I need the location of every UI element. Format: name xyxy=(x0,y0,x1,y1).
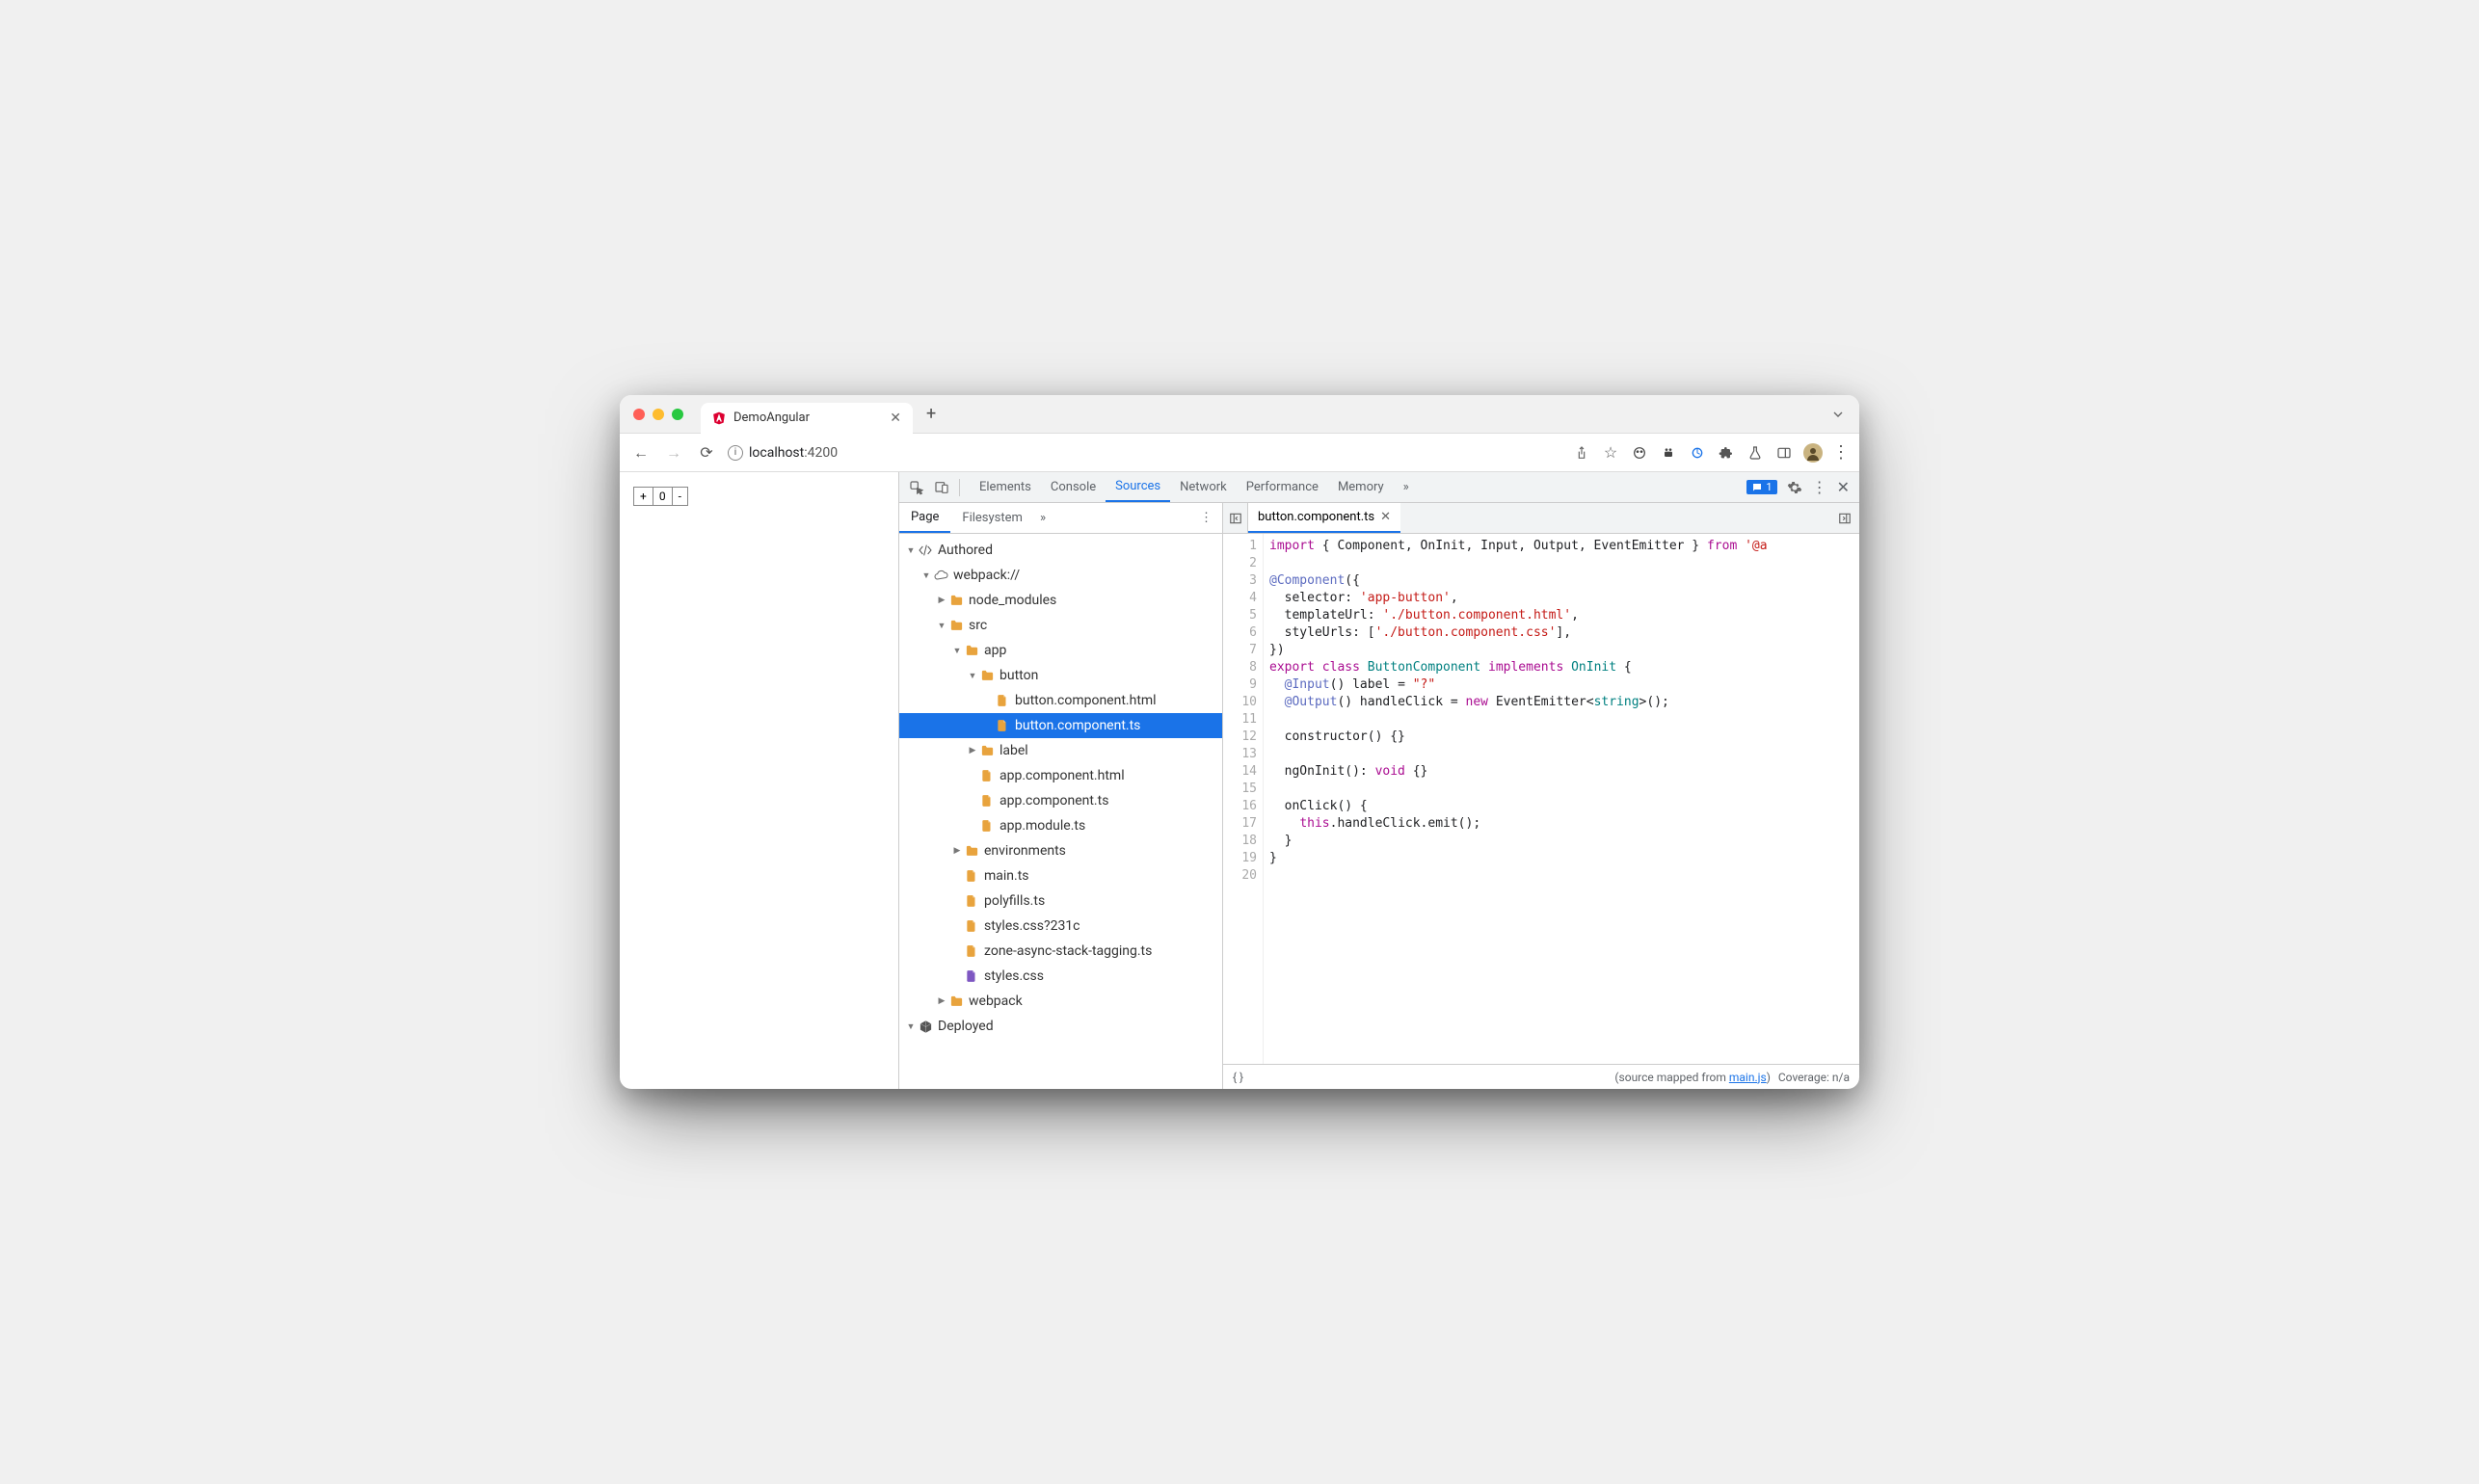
tree-zone[interactable]: zone-async-stack-tagging.ts xyxy=(899,939,1222,964)
devtools-menu-icon[interactable]: ⋮ xyxy=(1812,478,1827,496)
tree-authored[interactable]: ▼Authored xyxy=(899,538,1222,563)
tree-button[interactable]: ▼button xyxy=(899,663,1222,688)
tree-styles[interactable]: styles.css xyxy=(899,964,1222,989)
tree-app[interactable]: ▼app xyxy=(899,638,1222,663)
tree-label[interactable]: ▶label xyxy=(899,738,1222,763)
forward-button: → xyxy=(662,443,685,463)
tab-network[interactable]: Network xyxy=(1170,472,1237,502)
address-bar[interactable]: i localhost:4200 xyxy=(728,445,1562,461)
tree-button-ts[interactable]: button.component.ts xyxy=(899,713,1222,738)
minimize-window-icon[interactable] xyxy=(653,409,664,420)
sidebar-tabs-overflow[interactable]: » xyxy=(1040,503,1046,533)
sidebar-menu-icon[interactable]: ⋮ xyxy=(1190,503,1222,533)
reload-button[interactable]: ⟳ xyxy=(695,443,718,462)
tree-polyfills[interactable]: polyfills.ts xyxy=(899,888,1222,914)
code-editor[interactable]: 1234567891011121314151617181920 import {… xyxy=(1223,534,1859,1064)
sources-sidebar: Page Filesystem » ⋮ ▼Authored▼webpack://… xyxy=(899,503,1223,1089)
source-code: import { Component, OnInit, Input, Outpu… xyxy=(1264,534,1859,1064)
editor-footer: { } (source mapped from main.js) Coverag… xyxy=(1223,1064,1859,1089)
counter-widget: + 0 - xyxy=(633,487,688,506)
chrome-menu-button[interactable]: ⋮ xyxy=(1832,442,1850,463)
angular-icon xyxy=(712,411,726,425)
toggle-navigator-icon[interactable] xyxy=(1223,503,1248,533)
issues-badge[interactable]: 1 xyxy=(1746,480,1776,494)
tree-deployed[interactable]: ▼Deployed xyxy=(899,1014,1222,1039)
issue-count: 1 xyxy=(1766,481,1772,493)
line-numbers: 1234567891011121314151617181920 xyxy=(1223,534,1264,1064)
tree-webpack-folder[interactable]: ▶webpack xyxy=(899,989,1222,1014)
devtools-tabs: Elements Console Sources Network Perform… xyxy=(899,472,1859,503)
body: + 0 - Elements Console Sources Network P… xyxy=(620,472,1859,1089)
editor-area: button.component.ts ✕ 123456789101112131… xyxy=(1223,503,1859,1089)
tree-src[interactable]: ▼src xyxy=(899,613,1222,638)
tab-overflow-button[interactable] xyxy=(1830,407,1846,422)
source-map-info: (source mapped from main.js) xyxy=(1614,1071,1770,1084)
tab-performance[interactable]: Performance xyxy=(1237,472,1328,502)
tab-console[interactable]: Console xyxy=(1041,472,1106,502)
new-tab-button[interactable]: + xyxy=(926,404,936,424)
tab-memory[interactable]: Memory xyxy=(1328,472,1394,502)
bookmark-icon[interactable]: ☆ xyxy=(1601,443,1620,463)
maximize-window-icon[interactable] xyxy=(672,409,683,420)
source-map-link[interactable]: main.js xyxy=(1729,1071,1767,1084)
file-tab[interactable]: button.component.ts ✕ xyxy=(1248,503,1400,533)
tree-app-ts[interactable]: app.component.ts xyxy=(899,788,1222,813)
window-controls xyxy=(620,409,697,420)
tab-elements[interactable]: Elements xyxy=(970,472,1041,502)
profile-avatar[interactable] xyxy=(1803,443,1823,463)
file-tree: ▼Authored▼webpack://▶node_modules▼src▼ap… xyxy=(899,534,1222,1089)
sidebar-tab-page[interactable]: Page xyxy=(899,503,950,533)
close-window-icon[interactable] xyxy=(633,409,645,420)
tree-app-module[interactable]: app.module.ts xyxy=(899,813,1222,838)
chrome-window: DemoAngular ✕ + ← → ⟳ i localhost:4200 ☆… xyxy=(620,395,1859,1089)
titlebar: DemoAngular ✕ + xyxy=(620,395,1859,434)
tree-node-modules[interactable]: ▶node_modules xyxy=(899,588,1222,613)
device-icon[interactable] xyxy=(934,480,949,495)
tree-main[interactable]: main.ts xyxy=(899,863,1222,888)
tree-styles-q[interactable]: styles.css?231c xyxy=(899,914,1222,939)
devtools-close-icon[interactable]: ✕ xyxy=(1837,478,1850,496)
inspect-icon[interactable] xyxy=(909,480,924,495)
page-content: + 0 - xyxy=(620,472,899,1089)
back-button[interactable]: ← xyxy=(629,443,653,463)
tree-environments[interactable]: ▶environments xyxy=(899,838,1222,863)
file-tab-name: button.component.ts xyxy=(1258,510,1374,524)
coverage-info: Coverage: n/a xyxy=(1778,1071,1850,1084)
extension-icon-3[interactable] xyxy=(1688,443,1707,463)
tab-sources[interactable]: Sources xyxy=(1106,472,1170,502)
counter-minus-button[interactable]: - xyxy=(673,488,687,505)
settings-icon[interactable] xyxy=(1787,480,1802,495)
tabs-overflow[interactable]: » xyxy=(1394,472,1419,502)
toolbar: ← → ⟳ i localhost:4200 ☆ ⋮ xyxy=(620,434,1859,472)
tree-app-html[interactable]: app.component.html xyxy=(899,763,1222,788)
url-host: localhost xyxy=(749,445,804,461)
sidebar-tab-filesystem[interactable]: Filesystem xyxy=(950,503,1034,533)
extension-icon-2[interactable] xyxy=(1659,443,1678,463)
url-port: :4200 xyxy=(804,445,838,461)
devtools: Elements Console Sources Network Perform… xyxy=(899,472,1859,1089)
side-panel-icon[interactable] xyxy=(1774,443,1794,463)
file-tabs: button.component.ts ✕ xyxy=(1223,503,1859,534)
tab-title: DemoAngular xyxy=(733,411,810,425)
extensions-puzzle-icon[interactable] xyxy=(1717,443,1736,463)
browser-tab[interactable]: DemoAngular ✕ xyxy=(701,403,913,434)
file-tab-close-icon[interactable]: ✕ xyxy=(1380,510,1391,524)
counter-plus-button[interactable]: + xyxy=(634,488,653,505)
share-icon[interactable] xyxy=(1572,443,1591,463)
toggle-debugger-icon[interactable] xyxy=(1830,503,1859,533)
pretty-print-icon[interactable]: { } xyxy=(1233,1071,1243,1084)
extension-icon[interactable] xyxy=(1630,443,1649,463)
counter-value: 0 xyxy=(653,488,673,505)
labs-icon[interactable] xyxy=(1746,443,1765,463)
tree-button-html[interactable]: button.component.html xyxy=(899,688,1222,713)
tree-webpack[interactable]: ▼webpack:// xyxy=(899,563,1222,588)
tab-close-icon[interactable]: ✕ xyxy=(890,411,901,426)
site-info-icon[interactable]: i xyxy=(728,445,743,461)
